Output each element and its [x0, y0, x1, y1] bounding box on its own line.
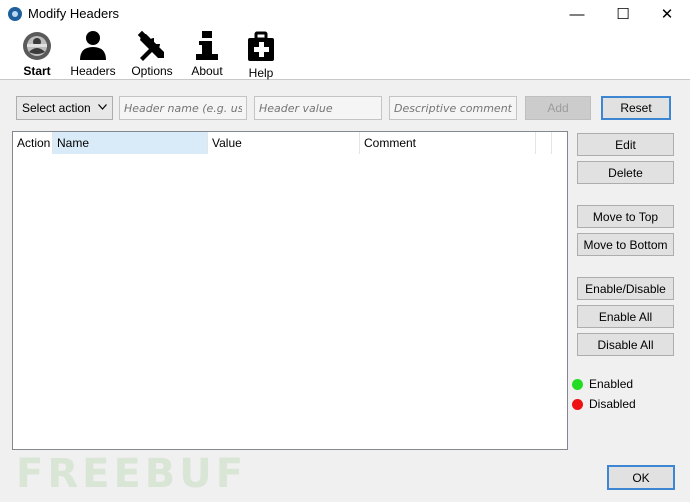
- toolbar-headers-label: Headers: [70, 64, 116, 78]
- ok-button[interactable]: OK: [607, 465, 675, 490]
- app-icon: [8, 7, 22, 21]
- close-button[interactable]: ✕: [644, 0, 690, 28]
- header-entry-row: Select action Add Reset: [0, 90, 690, 126]
- toolbar-about-button[interactable]: About: [186, 28, 228, 80]
- headers-list[interactable]: Action Name Value Comment: [12, 131, 568, 450]
- enable-all-button[interactable]: Enable All: [577, 305, 674, 328]
- window-title: Modify Headers: [28, 6, 120, 21]
- watermark-logo: FREEBUF: [16, 451, 248, 497]
- toolbar-options-label: Options: [131, 64, 173, 78]
- move-to-top-button[interactable]: Move to Top: [577, 205, 674, 228]
- enable-disable-button[interactable]: Enable/Disable: [577, 277, 674, 300]
- move-to-bottom-button[interactable]: Move to Bottom: [577, 233, 674, 256]
- column-comment[interactable]: Comment: [360, 132, 536, 154]
- user-icon: [80, 31, 106, 60]
- column-spacer: [536, 132, 552, 154]
- list-header: Action Name Value Comment: [13, 132, 567, 154]
- toolbar-help-label: Help: [248, 66, 274, 80]
- toolbar-start-label: Start: [23, 64, 51, 78]
- column-value[interactable]: Value: [208, 132, 360, 154]
- info-icon: [196, 31, 218, 60]
- legend-disabled-label: Disabled: [589, 397, 636, 411]
- header-value-input[interactable]: [254, 96, 382, 120]
- toolbar: Start Headers Options About Help: [0, 28, 690, 80]
- toolbar-headers-button[interactable]: Headers: [68, 28, 118, 80]
- toolbar-options-button[interactable]: Options: [128, 28, 176, 80]
- header-name-input[interactable]: [119, 96, 247, 120]
- column-name[interactable]: Name: [53, 132, 208, 154]
- delete-button[interactable]: Delete: [577, 161, 674, 184]
- legend-enabled-label: Enabled: [589, 377, 634, 391]
- action-select-value: Select action: [22, 101, 91, 115]
- first-aid-kit-icon: [248, 31, 274, 61]
- toolbar-help-button[interactable]: Help: [241, 28, 281, 80]
- comment-input[interactable]: [389, 96, 517, 120]
- disabled-status-icon: [572, 398, 583, 410]
- disable-all-button[interactable]: Disable All: [577, 333, 674, 356]
- minimize-button[interactable]: —: [554, 0, 600, 28]
- action-select[interactable]: Select action: [16, 96, 113, 120]
- reset-button[interactable]: Reset: [601, 96, 671, 120]
- column-spacer: [552, 132, 567, 154]
- toolbar-start-button[interactable]: Start: [17, 28, 57, 80]
- title-bar: Modify Headers — ☐ ✕: [0, 0, 690, 28]
- enabled-status-icon: [572, 378, 583, 390]
- chevron-down-icon: [98, 102, 107, 112]
- toolbar-about-label: About: [191, 64, 223, 78]
- column-action[interactable]: Action: [13, 132, 53, 154]
- legend-disabled: Disabled: [572, 397, 636, 411]
- legend-enabled: Enabled: [572, 377, 633, 391]
- edit-button[interactable]: Edit: [577, 133, 674, 156]
- add-button[interactable]: Add: [525, 96, 591, 120]
- tools-icon: [137, 30, 164, 61]
- maximize-button[interactable]: ☐: [600, 0, 646, 28]
- start-icon: [23, 32, 51, 60]
